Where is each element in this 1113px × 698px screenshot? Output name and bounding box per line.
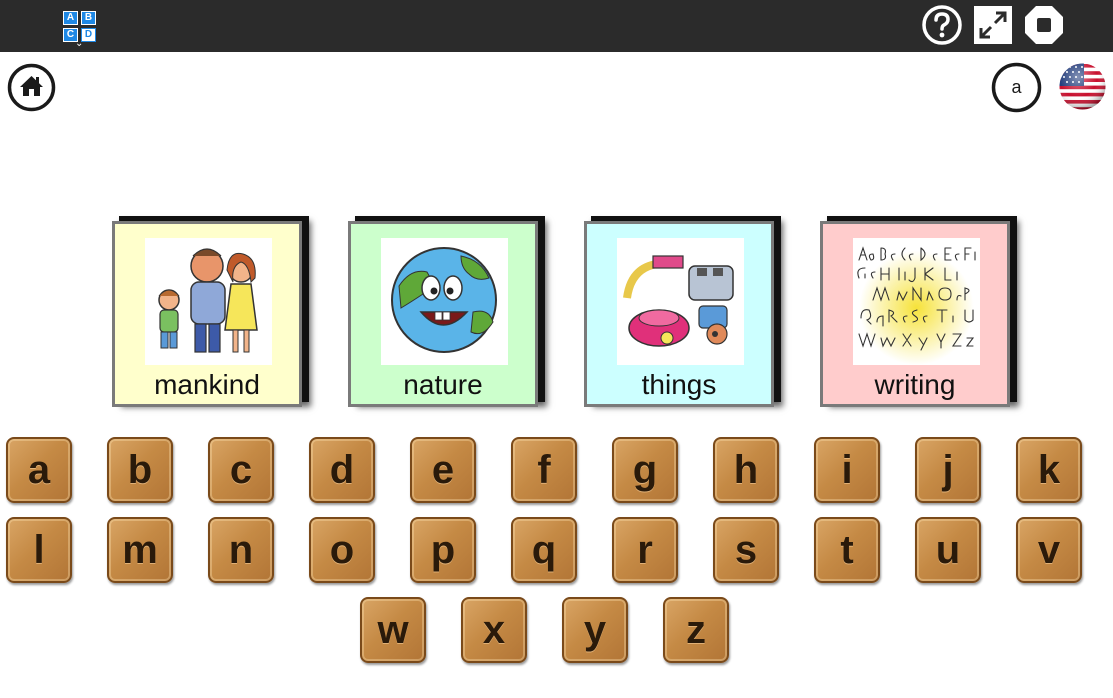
letter-tile-f[interactable]: f xyxy=(511,437,577,503)
letter-tile-label: t xyxy=(840,528,854,572)
letter-tile-w[interactable]: w xyxy=(360,597,426,663)
letter-tile-label: e xyxy=(431,448,455,492)
letter-tile-label: j xyxy=(942,448,954,492)
letter-tile-i[interactable]: i xyxy=(814,437,880,503)
category-card-writing[interactable]: writing xyxy=(820,221,1010,407)
expand-icon xyxy=(974,6,1012,44)
category-card-mankind[interactable]: mankind xyxy=(112,221,302,407)
letter-tile-x[interactable]: x xyxy=(461,597,527,663)
letter-tile-s[interactable]: s xyxy=(713,517,779,583)
letter-tile-k[interactable]: k xyxy=(1016,437,1082,503)
stop-octagon-icon xyxy=(1025,6,1063,44)
letter-tile-label: w xyxy=(377,608,409,652)
letter-tile-h[interactable]: h xyxy=(713,437,779,503)
letter-tile-u[interactable]: u xyxy=(915,517,981,583)
logo-letter: A xyxy=(63,11,78,25)
category-label: writing xyxy=(874,369,956,400)
letter-case-button[interactable]: a xyxy=(991,62,1042,113)
letter-tile-label: b xyxy=(127,448,153,492)
category-label: mankind xyxy=(154,369,260,400)
letter-tile-g[interactable]: g xyxy=(612,437,678,503)
letter-tile-m[interactable]: m xyxy=(107,517,173,583)
letter-tile-label: o xyxy=(329,528,355,572)
letter-tile-label: n xyxy=(228,528,254,572)
home-icon xyxy=(7,63,56,112)
letter-tile-label: c xyxy=(229,448,253,492)
letter-tile-d[interactable]: d xyxy=(309,437,375,503)
top-bar: A B C D ⌄ xyxy=(0,0,1113,52)
letter-tile-label: y xyxy=(583,608,607,652)
letter-tile-label: s xyxy=(734,528,758,572)
globe-picture xyxy=(381,238,508,365)
letter-tile-a[interactable]: a xyxy=(6,437,72,503)
letter-tile-label: q xyxy=(531,528,557,572)
letter-tile-p[interactable]: p xyxy=(410,517,476,583)
letter-tile-label: f xyxy=(537,448,551,492)
letter-tile-t[interactable]: t xyxy=(814,517,880,583)
stop-button[interactable] xyxy=(1023,4,1065,46)
handwriting-alphabet-picture xyxy=(853,238,980,365)
household-items-picture xyxy=(617,238,744,365)
letter-tile-label: l xyxy=(33,528,45,572)
letter-tile-label: x xyxy=(482,608,506,652)
family-picture xyxy=(145,238,272,365)
help-button[interactable] xyxy=(921,4,963,46)
us-flag-icon xyxy=(1059,63,1106,110)
home-button[interactable] xyxy=(7,63,56,112)
letter-tile-b[interactable]: b xyxy=(107,437,173,503)
letter-tile-label: g xyxy=(632,448,658,492)
letter-tile-n[interactable]: n xyxy=(208,517,274,583)
question-circle-icon xyxy=(922,5,962,45)
letter-tile-r[interactable]: r xyxy=(612,517,678,583)
letter-tile-label: z xyxy=(686,608,706,652)
language-flag-button[interactable] xyxy=(1058,62,1107,111)
letter-tile-label: a xyxy=(27,448,51,492)
letter-tile-label: v xyxy=(1037,528,1061,572)
letter-tile-c[interactable]: c xyxy=(208,437,274,503)
letter-tile-label: d xyxy=(329,448,355,492)
logo-letter: B xyxy=(81,11,96,25)
letter-tile-j[interactable]: j xyxy=(915,437,981,503)
letter-tile-label: u xyxy=(935,528,961,572)
letter-tile-l[interactable]: l xyxy=(6,517,72,583)
category-label: nature xyxy=(403,369,483,400)
letter-tile-label: r xyxy=(637,528,653,572)
letter-case-ring: a xyxy=(991,62,1042,113)
letter-tile-o[interactable]: o xyxy=(309,517,375,583)
letter-tile-label: p xyxy=(430,528,456,572)
chevron-down-icon: ⌄ xyxy=(75,38,84,49)
letter-tile-e[interactable]: e xyxy=(410,437,476,503)
app-logo-icon[interactable]: A B C D ⌄ xyxy=(61,11,99,49)
letter-tile-label: i xyxy=(841,448,853,492)
category-card-things[interactable]: things xyxy=(584,221,774,407)
letter-tile-label: h xyxy=(733,448,759,492)
letter-tile-v[interactable]: v xyxy=(1016,517,1082,583)
category-label: things xyxy=(641,369,717,400)
letter-tile-q[interactable]: q xyxy=(511,517,577,583)
letter-tile-label: k xyxy=(1037,448,1061,492)
fullscreen-button[interactable] xyxy=(973,5,1013,45)
letter-tile-z[interactable]: z xyxy=(663,597,729,663)
letter-tile-y[interactable]: y xyxy=(562,597,628,663)
category-card-nature[interactable]: nature xyxy=(348,221,538,407)
letter-tile-label: m xyxy=(122,528,158,572)
letter-case-label: a xyxy=(1011,77,1022,97)
